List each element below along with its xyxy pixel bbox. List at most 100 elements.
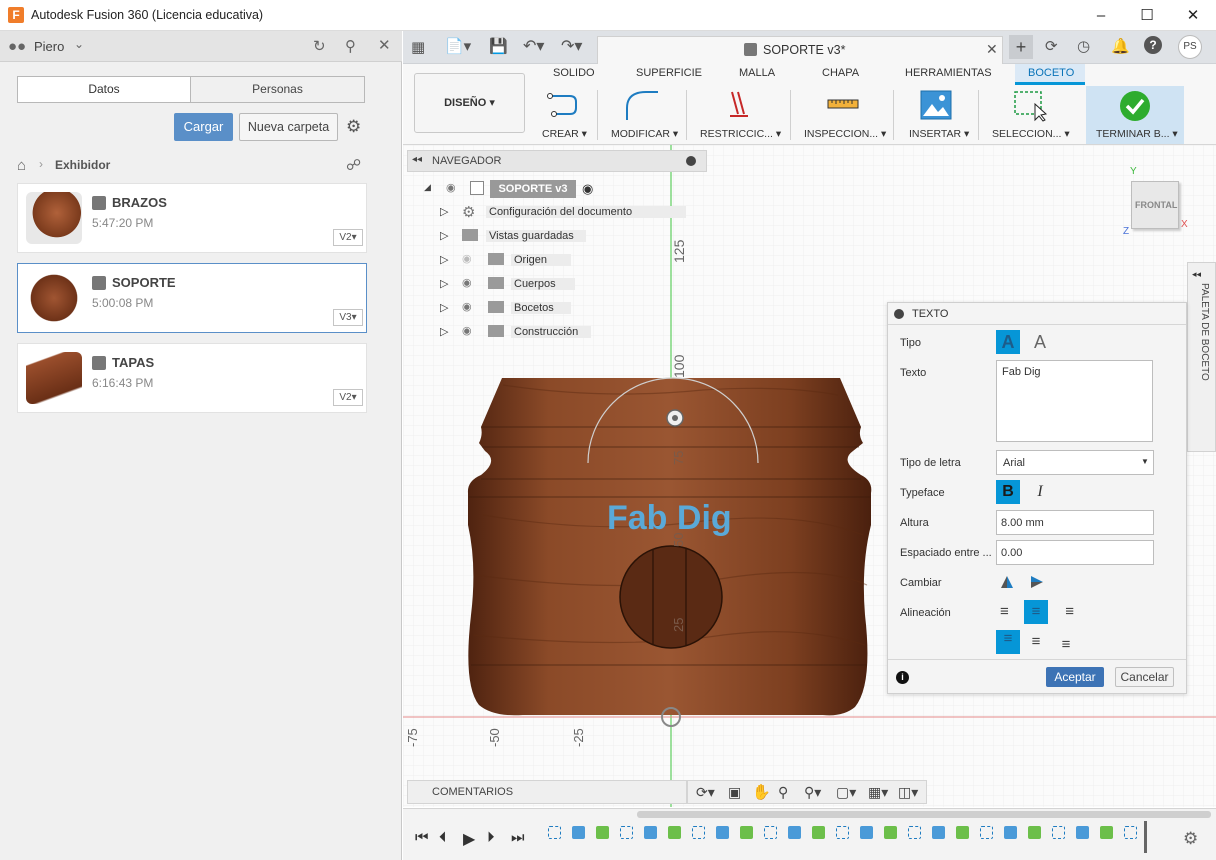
tab-superficie[interactable]: SUPERFICIE [636, 67, 702, 79]
timeline-marker[interactable] [1144, 821, 1147, 853]
globe-icon[interactable]: ☍ [346, 156, 361, 174]
spacing-input[interactable]: 0.00 [996, 540, 1154, 565]
extrude-feature-icon[interactable] [1076, 826, 1089, 839]
collapsed-triangle-icon[interactable]: ▷ [440, 229, 448, 242]
revolve-feature-icon[interactable] [956, 826, 969, 839]
version-dropdown[interactable]: V2▾ [333, 229, 363, 246]
collapsed-triangle-icon[interactable]: ▷ [440, 205, 448, 218]
tree-item-label[interactable]: Construcción [511, 326, 591, 338]
zoom-icon[interactable]: ⚲ [778, 784, 788, 801]
finish-sketch-check-icon[interactable] [1119, 90, 1151, 122]
tree-item-label[interactable]: Vistas guardadas [486, 230, 586, 242]
expanded-triangle-icon[interactable]: ◢ [424, 182, 431, 193]
breadcrumb-folder[interactable]: Exhibidor [55, 158, 110, 172]
group-seleccion[interactable]: SELECCION... ▾ [992, 128, 1070, 140]
extrude-feature-icon[interactable] [1004, 826, 1017, 839]
minimize-icon[interactable] [686, 156, 696, 166]
extrude-feature-icon[interactable] [572, 826, 585, 839]
sketch-feature-icon[interactable] [548, 826, 561, 839]
group-crear[interactable]: CREAR ▾ [542, 128, 587, 140]
inspect-measure-icon[interactable] [826, 96, 860, 112]
group-modificar[interactable]: MODIFICAR ▾ [611, 128, 678, 140]
align-top-icon[interactable]: ≡ [996, 630, 1020, 654]
file-card-soporte[interactable]: SOPORTE 5:00:08 PM V3▾ [17, 263, 367, 333]
workspace-switcher[interactable]: DISEÑO ▾ [414, 73, 525, 133]
fit-zoom-icon[interactable]: ⚲▾ [804, 784, 821, 801]
dropdown-arrow-icon[interactable]: ▼ [1141, 457, 1149, 466]
orbit-icon[interactable]: ⟳▾ [696, 784, 715, 801]
bold-toggle[interactable]: B [996, 480, 1020, 504]
revolve-feature-icon[interactable] [1028, 826, 1041, 839]
version-dropdown[interactable]: V3▾ [333, 309, 363, 326]
collapse-arrows-icon[interactable]: ◂◂ [412, 154, 422, 165]
collapsed-triangle-icon[interactable]: ▷ [440, 277, 448, 290]
collapsed-triangle-icon[interactable]: ▷ [440, 325, 448, 338]
sketch-feature-icon[interactable] [764, 826, 777, 839]
eye-icon[interactable]: ◉ [462, 276, 472, 289]
sketch-feature-icon[interactable] [980, 826, 993, 839]
flip-vertical-icon[interactable] [1030, 575, 1044, 589]
viewcube-face[interactable]: FRONTAL [1135, 200, 1177, 210]
chevron-down-icon[interactable]: ⌄ [74, 37, 84, 51]
maximize-button[interactable]: ☐ [1124, 0, 1170, 31]
browser-header[interactable]: ◂◂ NAVEGADOR [407, 150, 707, 172]
user-name[interactable]: Piero [34, 39, 64, 54]
step-back-icon[interactable]: ⏴ [439, 829, 447, 846]
collapse-arrows-icon[interactable]: ◂◂ [1192, 269, 1201, 280]
italic-toggle[interactable]: I [1028, 480, 1052, 504]
text-type-outline-icon[interactable]: A [1028, 330, 1052, 354]
go-to-end-icon[interactable]: ⏭ [511, 829, 525, 846]
document-tab[interactable]: SOPORTE v3* ✕ [597, 36, 1003, 64]
go-to-start-icon[interactable]: ⏮ [415, 829, 429, 846]
minimize-icon[interactable] [894, 309, 904, 319]
notifications-icon[interactable]: 🔔 [1111, 37, 1130, 55]
timeline-scrollbar[interactable] [637, 811, 1211, 818]
tab-herramientas[interactable]: HERRAMIENTAS [905, 67, 992, 79]
revolve-feature-icon[interactable] [812, 826, 825, 839]
grid-menu-icon[interactable]: ▦ [411, 38, 425, 56]
align-center-icon[interactable]: ≡ [1024, 600, 1048, 624]
eye-icon[interactable]: ◉ [462, 300, 472, 313]
viewports-icon[interactable]: ◫▾ [898, 784, 918, 801]
constraint-icon[interactable] [728, 90, 750, 120]
new-tab-icon[interactable]: + [1009, 35, 1033, 59]
sketch-feature-icon[interactable] [1052, 826, 1065, 839]
home-icon[interactable]: ⌂ [17, 157, 26, 174]
job-status-icon[interactable]: ◷ [1077, 37, 1090, 55]
text-type-single-icon[interactable]: A [996, 330, 1020, 354]
ok-button[interactable]: Aceptar [1046, 667, 1104, 687]
sketch-text[interactable]: Fab Dig [607, 499, 732, 538]
tab-personas[interactable]: Personas [190, 76, 365, 103]
sketch-feature-icon[interactable] [1124, 826, 1137, 839]
flip-horizontal-icon[interactable] [1000, 575, 1014, 589]
align-middle-icon[interactable]: ≡ [1024, 630, 1048, 654]
version-dropdown[interactable]: V2▾ [333, 389, 363, 406]
viewcube[interactable]: FRONTAL [1131, 181, 1179, 229]
extrude-feature-icon[interactable] [716, 826, 729, 839]
redo-icon[interactable]: ↷▾ [561, 36, 582, 56]
collapsed-triangle-icon[interactable]: ▷ [440, 301, 448, 314]
extrude-feature-icon[interactable] [788, 826, 801, 839]
activate-radio-icon[interactable]: ◉ [582, 181, 593, 197]
tab-boceto[interactable]: BOCETO [1028, 67, 1074, 79]
tree-item-label[interactable]: Origen [511, 254, 571, 266]
timeline-settings-gear-icon[interactable]: ⚙ [1183, 829, 1198, 849]
search-icon[interactable]: ⚲ [345, 37, 356, 55]
sketch-feature-icon[interactable] [908, 826, 921, 839]
close-panel-icon[interactable]: ✕ [378, 36, 391, 54]
insert-image-icon[interactable] [920, 90, 952, 120]
eye-icon[interactable]: ◉ [446, 181, 456, 194]
eye-hidden-icon[interactable]: ◉ [462, 252, 472, 265]
minimize-button[interactable]: – [1078, 0, 1124, 31]
eye-icon[interactable]: ◉ [462, 324, 472, 337]
sketch-feature-icon[interactable] [692, 826, 705, 839]
revolve-feature-icon[interactable] [1100, 826, 1113, 839]
tree-item-label[interactable]: Configuración del documento [486, 206, 686, 218]
height-input[interactable]: 8.00 mm [996, 510, 1154, 535]
align-bottom-icon[interactable]: ≡ [1054, 630, 1078, 654]
text-input[interactable]: Fab Dig [996, 360, 1153, 442]
extrude-feature-icon[interactable] [644, 826, 657, 839]
modify-fillet-icon[interactable] [624, 88, 660, 122]
close-tab-icon[interactable]: ✕ [986, 41, 998, 58]
font-select[interactable]: Arial ▼ [996, 450, 1154, 475]
